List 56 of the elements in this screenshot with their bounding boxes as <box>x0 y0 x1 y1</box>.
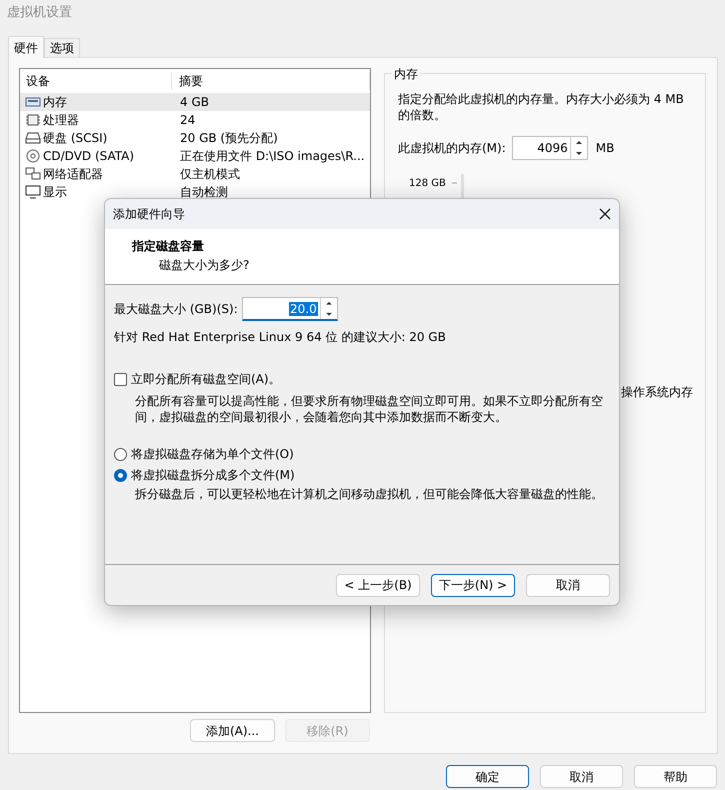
device-row[interactable]: 硬盘 (SCSI) 20 GB (预先分配) <box>20 129 370 147</box>
monitor-icon <box>25 185 41 199</box>
device-summary: 20 GB (预先分配) <box>179 130 278 147</box>
device-summary: 自动检测 <box>179 184 228 201</box>
device-row[interactable]: CD/DVD (SATA) 正在使用文件 D:\ISO images\R... <box>20 147 370 165</box>
device-name: CD/DVD (SATA) <box>43 148 134 165</box>
disk-size-field[interactable]: 20.0 <box>242 297 338 321</box>
tab[interactable]: 选项 <box>44 38 80 58</box>
column-header[interactable]: 摘要 <box>172 72 370 90</box>
device-summary: 正在使用文件 D:\ISO images\R... <box>179 148 365 165</box>
allocate-description: 分配所有容量可以提高性能，但要求所有物理磁盘空间立即可用。如果不立即分配所有空间，虚拟磁盘的空间最初很小，会随着您向其中添加数据而不断变大。 <box>135 393 604 425</box>
memory-field[interactable]: 4096 <box>512 136 588 160</box>
device-row[interactable]: 处理器 24 <box>20 111 370 129</box>
memory-label: 此虚拟机的内存(M): <box>398 140 506 157</box>
dialog-title: 添加硬件向导 <box>113 206 185 223</box>
next-button[interactable]: 下一步(N) > <box>431 574 515 596</box>
unit-label: MB <box>596 140 614 157</box>
dialog-subheading: 磁盘大小为多少? <box>159 257 250 274</box>
device-name: 处理器 <box>43 112 79 129</box>
cancel-button[interactable]: 取消 <box>526 574 610 596</box>
recommendation-text: 针对 Red Hat Enterprise Linux 9 64 位 的建议大小: 20 GB <box>114 329 447 346</box>
allocate-label: 立即分配所有磁盘空间(A)。 <box>131 371 281 388</box>
memory-description: 指定分配给此虚拟机的内存量。内存大小必须为 4 MB 的倍数。 <box>398 91 685 123</box>
cancel-button[interactable]: 取消 <box>540 765 623 788</box>
chip-icon <box>25 113 41 127</box>
device-name: 网络适配器 <box>43 166 103 183</box>
device-summary: 4 GB <box>179 94 209 111</box>
device-row[interactable]: 网络适配器 仅主机模式 <box>20 165 370 183</box>
network-icon <box>25 167 41 181</box>
disc-icon <box>25 149 41 163</box>
device-row[interactable]: 内存 4 GB <box>20 93 370 111</box>
column-header[interactable]: 设备 <box>20 72 172 90</box>
help-button[interactable]: 帮助 <box>634 765 717 788</box>
window-title: 虚拟机设置 <box>7 4 72 22</box>
slider-label: 128 GB <box>409 177 446 191</box>
add-button[interactable]: 添加(A)... <box>190 719 275 742</box>
dialog-heading: 指定磁盘容量 <box>132 238 205 255</box>
split-description: 拆分磁盘后，可以更轻松地在计算机之间移动虚拟机，但可能会降低大容量磁盘的性能。 <box>135 486 604 503</box>
radio-label: 将虚拟磁盘拆分成多个文件(M) <box>131 467 295 484</box>
disk-size-label: 最大磁盘大小 (GB)(S): <box>114 301 238 318</box>
back-button[interactable]: < 上一步(B) <box>336 574 420 596</box>
device-summary: 仅主机模式 <box>179 166 240 183</box>
ok-button[interactable]: 确定 <box>446 765 529 788</box>
device-name: 硬盘 (SCSI) <box>43 130 108 147</box>
memory-note: 操作系统内存 <box>621 384 693 401</box>
allocate-checkbox[interactable] <box>114 372 127 386</box>
memory-icon <box>25 95 41 109</box>
radio-button[interactable] <box>114 468 127 482</box>
tab[interactable]: 硬件 <box>8 36 44 58</box>
device-name: 内存 <box>43 94 67 111</box>
device-name: 显示 <box>43 184 67 201</box>
close-icon[interactable] <box>599 208 611 220</box>
radio-button[interactable] <box>114 448 127 460</box>
device-summary: 24 <box>179 112 196 129</box>
radio-label: 将虚拟磁盘存储为单个文件(O) <box>131 446 294 463</box>
device-row[interactable]: 显示 自动检测 <box>20 183 370 201</box>
